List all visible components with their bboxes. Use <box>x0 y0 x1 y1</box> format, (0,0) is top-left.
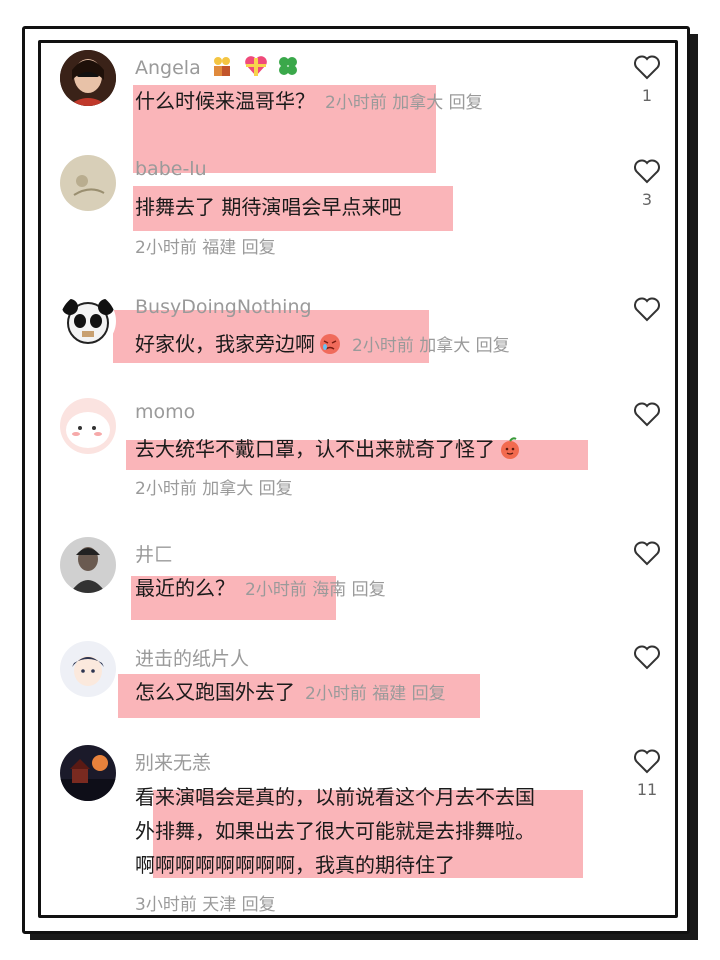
comment-username[interactable]: babe-lu <box>135 158 207 180</box>
comment-meta[interactable]: 2小时前 福建 回复 <box>135 233 276 258</box>
comment-username[interactable]: momo <box>135 401 195 423</box>
comment-meta[interactable]: 3小时前 天津 回复 <box>135 890 276 915</box>
avatar[interactable] <box>60 537 116 593</box>
clover-emoji-icon <box>276 54 300 78</box>
comment-text: 最近的么？ 2小时前 海南 回复 <box>135 576 386 600</box>
like-button[interactable]: 11 <box>630 748 664 799</box>
comment-text: 怎么又跑国外去了 2小时前 福建 回复 <box>135 680 446 704</box>
comment-meta[interactable]: 2小时前 福建 回复 <box>305 684 446 704</box>
like-button[interactable]: 1 <box>630 54 664 105</box>
heart-icon <box>634 749 660 774</box>
comment-meta[interactable]: 2小时前 加拿大 回复 <box>325 93 483 113</box>
like-count: 3 <box>641 190 653 209</box>
like-count: 1 <box>641 86 653 105</box>
avatar[interactable] <box>60 155 116 211</box>
comment-username[interactable]: Angela <box>135 54 300 79</box>
avatar[interactable] <box>60 641 116 697</box>
comment-meta[interactable]: 2小时前 加拿大 回复 <box>135 474 293 499</box>
like-button[interactable] <box>630 401 664 433</box>
heart-icon <box>634 402 660 427</box>
heart-icon <box>634 159 660 184</box>
heart-icon <box>634 55 660 80</box>
heart-icon <box>634 297 660 322</box>
comment-username[interactable]: 进击的纸片人 <box>135 644 249 671</box>
like-button[interactable]: 3 <box>630 158 664 209</box>
comment-text: 好家伙，我家旁边啊 2小时前 加拿大 回复 <box>135 331 510 356</box>
like-button[interactable] <box>630 644 664 676</box>
comment-text-line: 啊啊啊啊啊啊啊啊，我真的期待住了 <box>135 853 455 877</box>
comment-meta[interactable]: 2小时前 海南 回复 <box>245 580 386 600</box>
comment-username[interactable]: 井匚 <box>135 540 173 567</box>
comment-text-line: 看来演唱会是真的，以前说看这个月去不去国 <box>135 785 535 809</box>
avatar[interactable] <box>60 293 116 349</box>
heart-icon <box>634 645 660 670</box>
avatar[interactable] <box>60 745 116 801</box>
avatar[interactable] <box>60 50 116 106</box>
heart-icon <box>634 541 660 566</box>
like-button[interactable] <box>630 540 664 572</box>
like-button[interactable] <box>630 296 664 328</box>
comment-meta[interactable]: 2小时前 加拿大 回复 <box>352 336 510 356</box>
couple-emoji-icon <box>210 54 234 78</box>
avatar[interactable] <box>60 398 116 454</box>
comment-text: 去大统华不戴口罩，认不出来就奇了怪了 <box>135 432 522 466</box>
comment-text-line: 外排舞，如果出去了很大可能就是去排舞啦。 <box>135 819 535 843</box>
crying-face-emoji-icon <box>318 331 342 355</box>
comment-text: 什么时候来温哥华？ 2小时前 加拿大 回复 <box>135 89 483 113</box>
like-count: 11 <box>636 780 658 799</box>
gift-heart-emoji-icon <box>243 54 267 78</box>
peach-face-emoji-icon <box>498 436 522 460</box>
comment-username[interactable]: 别来无恙 <box>135 748 211 775</box>
comment-text: 排舞去了 期待演唱会早点来吧 <box>135 195 402 219</box>
comment-username[interactable]: BusyDoingNothing <box>135 296 312 318</box>
